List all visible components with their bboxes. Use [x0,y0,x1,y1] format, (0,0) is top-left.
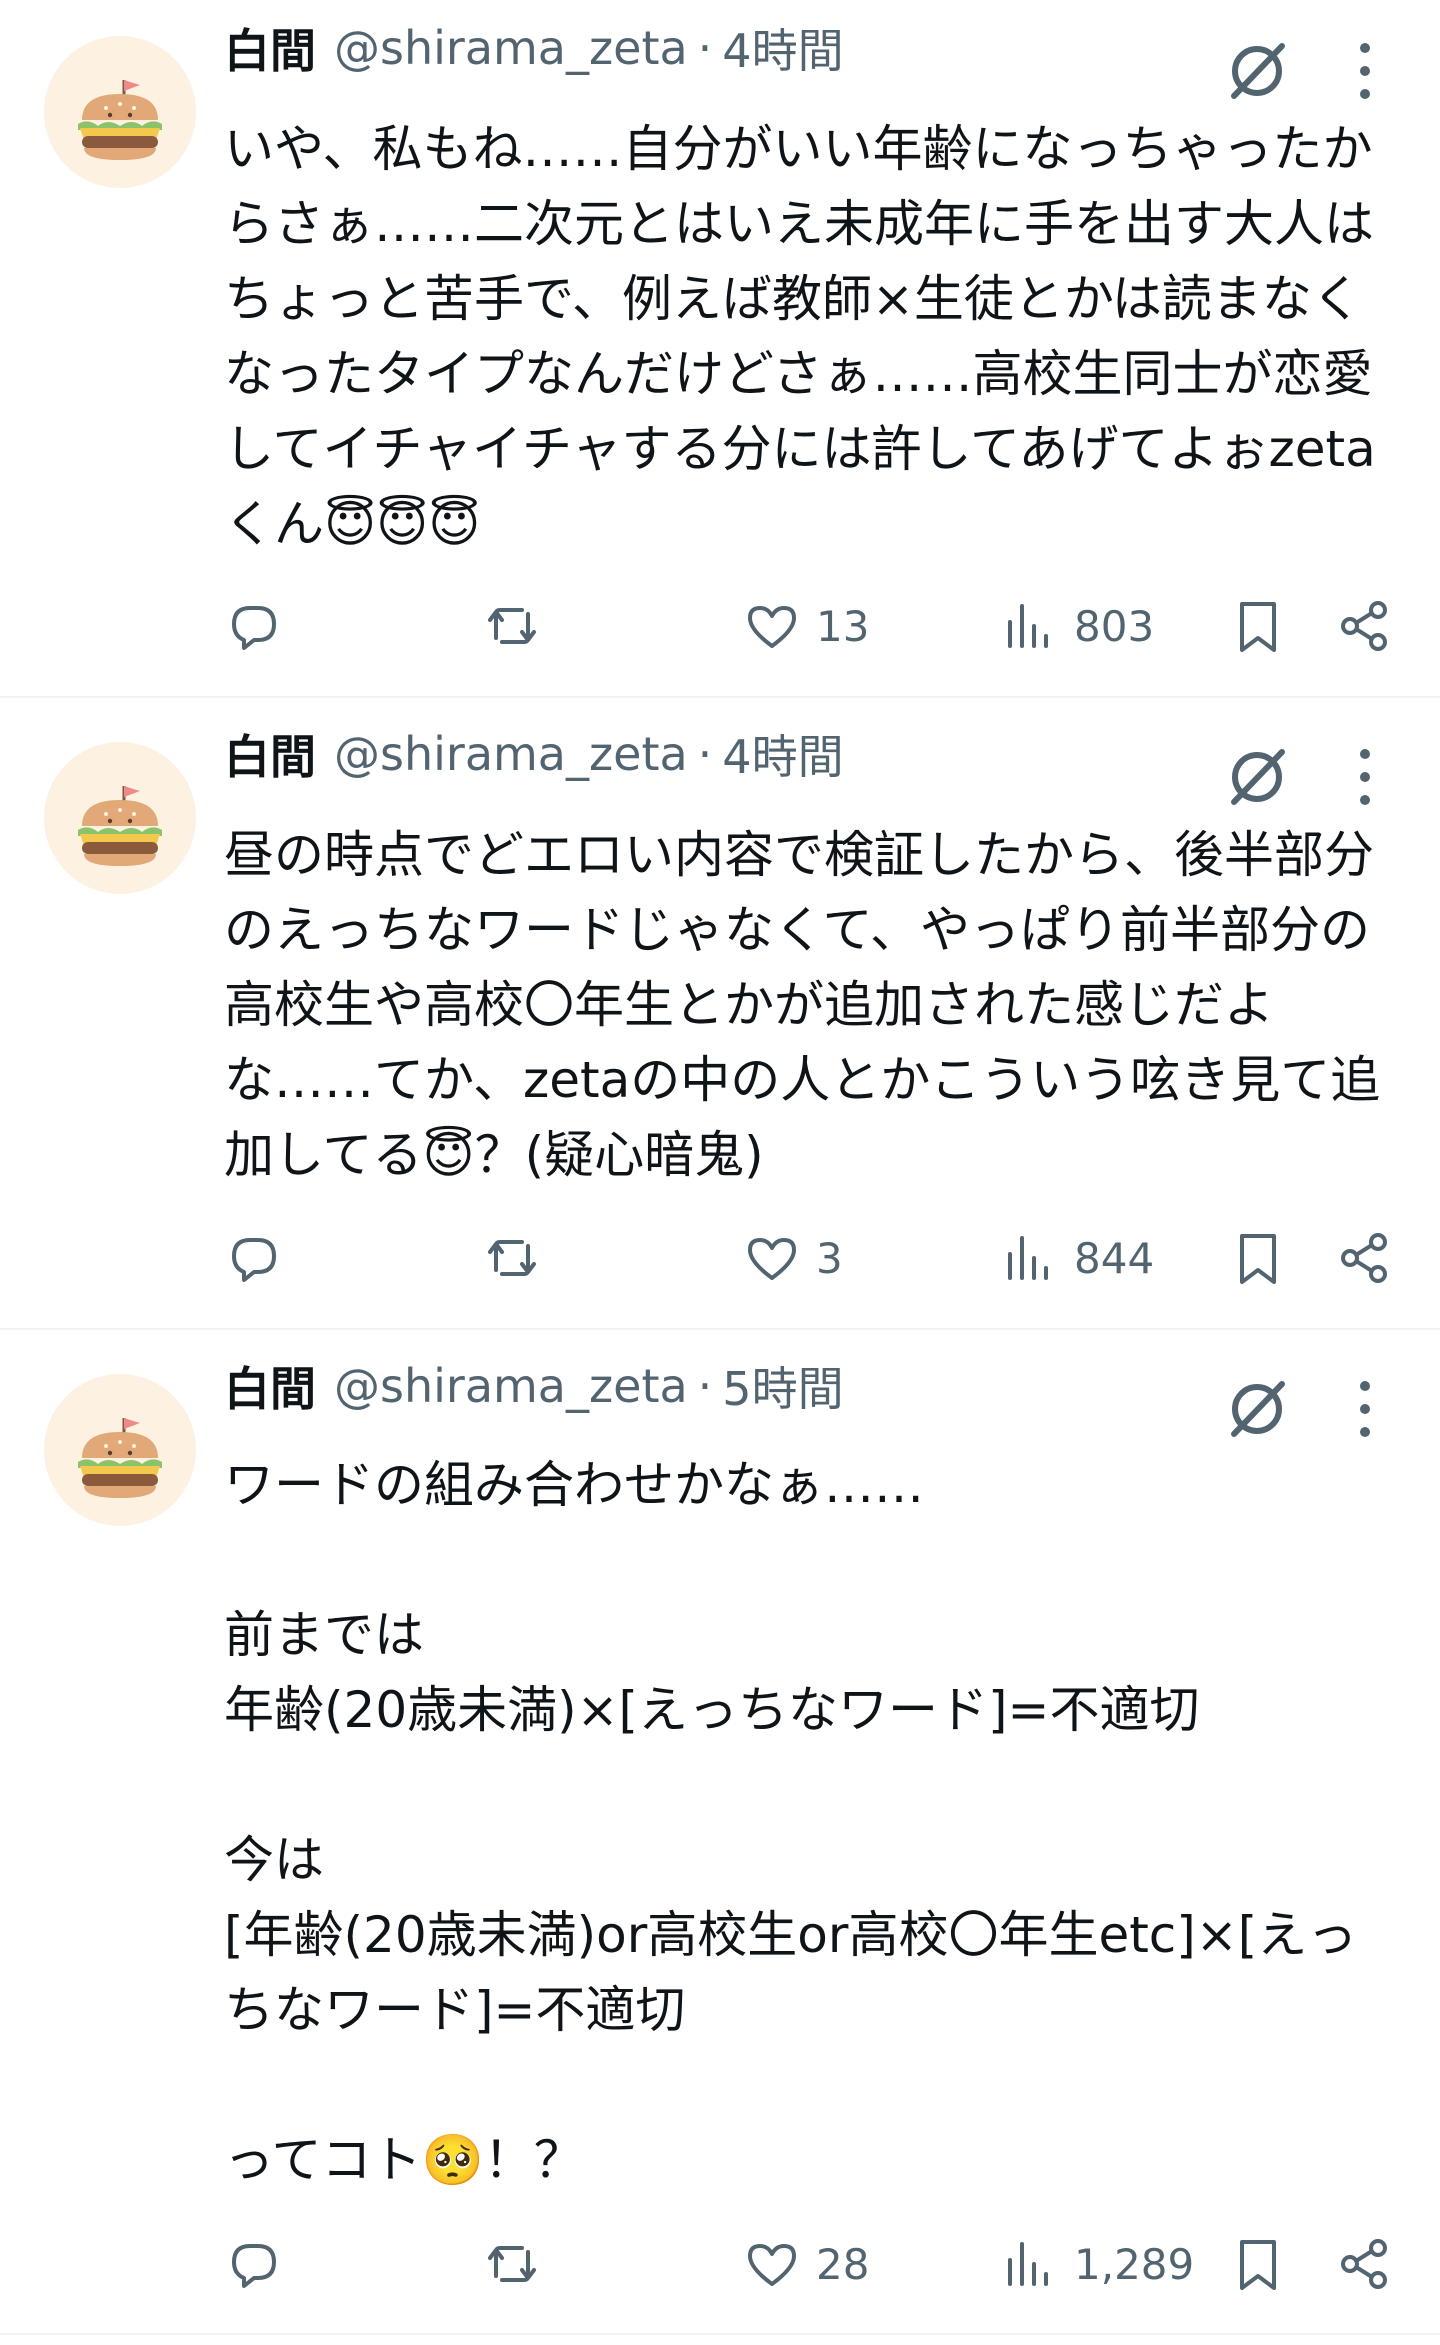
reply-bubble-icon [232,1238,276,1282]
burger-avatar-icon [44,1374,196,1526]
share-icon [1341,601,1387,651]
heart-icon [748,2244,796,2286]
bookmark-icon [1240,602,1276,652]
reply-bubble-icon [232,2244,276,2288]
tweet-header: 白間 @shirama_zeta · 4時間 [224,16,844,80]
repost-button[interactable] [482,1228,556,1288]
burger-avatar-icon [44,742,196,894]
view-count: 1,289 [1074,2239,1195,2289]
bar-chart-icon [1008,2242,1048,2286]
repost-button[interactable] [482,2234,556,2294]
timestamp[interactable]: 5時間 [722,1353,843,1419]
share-icon [1341,1233,1387,1283]
heart-icon [748,606,796,648]
user-handle[interactable]: @shirama_zeta [334,1359,688,1413]
reply-button[interactable] [224,2234,298,2294]
separator-dot: · [697,727,713,781]
bookmark-icon [1240,2240,1276,2290]
heart-icon [748,1238,796,1280]
repost-button[interactable] [482,596,556,656]
more-vertical-icon[interactable] [1340,36,1390,106]
tweet[interactable]: 白間 @shirama_zeta · 4時間 昼の時点でどエロい内容で検証したか… [0,700,1440,1324]
tweet-divider [0,1328,1440,1330]
avatar[interactable] [44,742,196,894]
burger-avatar-icon [44,36,196,188]
bookmark-button[interactable] [1228,1228,1288,1288]
share-button[interactable] [1334,1228,1394,1288]
reply-button[interactable] [224,596,298,656]
user-handle[interactable]: @shirama_zeta [334,727,688,781]
more-vertical-icon[interactable] [1340,1374,1390,1444]
avatar[interactable] [44,1374,196,1526]
like-button[interactable]: 28 [742,2234,869,2294]
repost-arrows-icon [488,1240,536,1276]
repost-arrows-icon [488,608,536,644]
more-vertical-icon[interactable] [1340,742,1390,812]
tweet-text: 昼の時点でどエロい内容で検証したから、後半部分のえっちなワードじゃなくて、やっぱ… [224,826,1381,1184]
repost-arrows-icon [488,2246,536,2282]
views-button[interactable]: 844 [1000,1228,1154,1288]
reply-bubble-icon [232,606,276,650]
display-name[interactable]: 白間 [224,721,316,787]
tweet[interactable]: 白間 @shirama_zeta · 5時間 ワードの組み合わせかなぁ…… 前ま… [0,1332,1440,2345]
reply-button[interactable] [224,1228,298,1288]
grok-slash-circle-icon[interactable] [1222,742,1292,812]
timestamp[interactable]: 4時間 [722,721,843,787]
views-button[interactable]: 803 [1000,596,1154,656]
like-button[interactable]: 13 [742,596,869,656]
share-button[interactable] [1334,596,1394,656]
tweet-divider [0,2333,1440,2335]
tweet-header: 白間 @shirama_zeta · 4時間 [224,722,844,786]
bookmark-icon [1240,1234,1276,1284]
separator-dot: · [697,1359,713,1413]
views-button[interactable]: 1,289 [1000,2234,1194,2294]
view-count: 803 [1074,601,1155,651]
like-count: 3 [816,1233,843,1283]
view-count: 844 [1074,1233,1155,1283]
display-name[interactable]: 白間 [224,15,316,81]
separator-dot: · [697,21,713,75]
bar-chart-icon [1008,1236,1048,1280]
tweet-text: ワードの組み合わせかなぁ…… 前までは 年齢(20歳未満)×[えっちなワード]=… [224,1456,1358,2189]
tweet-header: 白間 @shirama_zeta · 5時間 [224,1354,844,1418]
share-button[interactable] [1334,2234,1394,2294]
like-count: 13 [816,601,870,651]
share-icon [1341,2239,1387,2289]
grok-slash-circle-icon[interactable] [1222,1374,1292,1444]
timestamp[interactable]: 4時間 [722,15,843,81]
like-button[interactable]: 3 [742,1228,843,1288]
tweet[interactable]: 白間 @shirama_zeta · 4時間 いや、私もね……自分がいい年齢にな… [0,0,1440,690]
bookmark-button[interactable] [1228,596,1288,656]
tweet-divider [0,696,1440,698]
bar-chart-icon [1008,604,1048,648]
user-handle[interactable]: @shirama_zeta [334,21,688,75]
tweet-text: いや、私もね……自分がいい年齢になっちゃったからさぁ……二次元とはいえ未成年に手… [224,120,1376,553]
like-count: 28 [816,2239,870,2289]
bookmark-button[interactable] [1228,2234,1288,2294]
display-name[interactable]: 白間 [224,1353,316,1419]
grok-slash-circle-icon[interactable] [1222,36,1292,106]
avatar[interactable] [44,36,196,188]
